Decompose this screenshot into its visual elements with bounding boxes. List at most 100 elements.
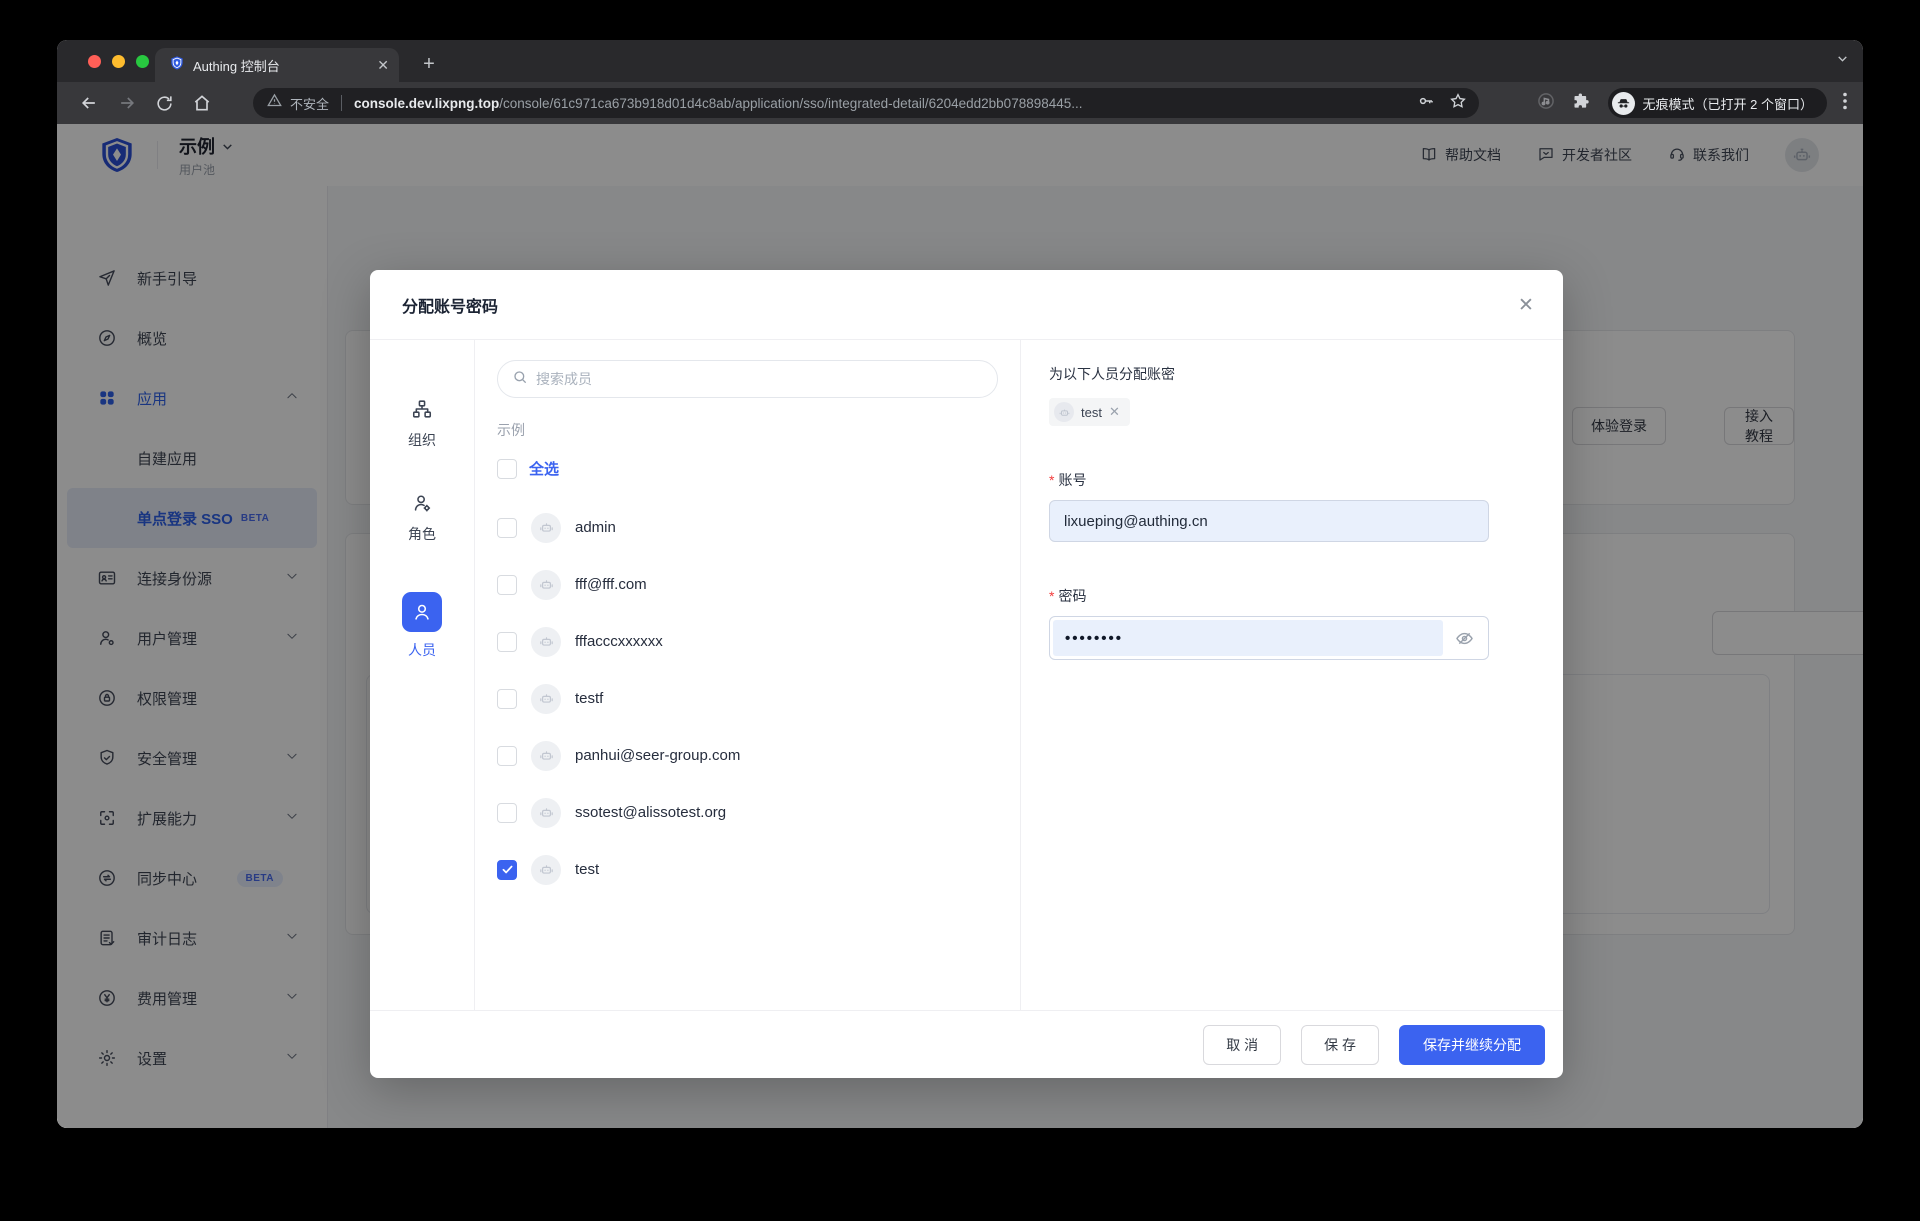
modal-tab-label: 人员 xyxy=(408,640,436,660)
browser-tabstrip: Authing 控制台 ✕ + xyxy=(57,40,1863,82)
robot-avatar-icon xyxy=(531,570,561,600)
member-list-panel: 示例 全选 admin fff@fff.com fffacccxxxxxx testf… xyxy=(475,340,1020,1010)
modal-close-icon[interactable]: ✕ xyxy=(1515,294,1537,316)
warning-icon xyxy=(267,93,282,113)
forward-icon[interactable] xyxy=(117,93,137,113)
incognito-badge[interactable]: 无痕模式（已打开 2 个窗口） xyxy=(1608,88,1827,118)
member-checkbox[interactable] xyxy=(497,746,517,766)
search-icon xyxy=(512,369,528,390)
browser-menu-icon[interactable] xyxy=(1843,92,1847,114)
incognito-label: 无痕模式（已打开 2 个窗口） xyxy=(1643,94,1813,113)
select-all-row[interactable]: 全选 xyxy=(497,458,998,479)
modal-tab-people[interactable]: 人员 xyxy=(402,592,442,660)
member-name: panhui@seer-group.com xyxy=(575,747,740,764)
people-icon xyxy=(402,592,442,632)
tab-title: Authing 控制台 xyxy=(193,56,369,75)
save-and-continue-button[interactable]: 保存并继续分配 xyxy=(1399,1025,1545,1065)
member-name: fff@fff.com xyxy=(575,576,647,593)
required-asterisk: * xyxy=(1049,588,1054,604)
select-all-checkbox[interactable] xyxy=(497,459,517,479)
tab-close-icon[interactable]: ✕ xyxy=(377,58,389,72)
required-asterisk: * xyxy=(1049,472,1054,488)
selected-member-tag: test ✕ xyxy=(1049,398,1130,426)
member-search[interactable] xyxy=(497,360,998,398)
robot-avatar-icon xyxy=(531,798,561,828)
member-row[interactable]: fff@fff.com xyxy=(497,556,998,613)
member-row[interactable]: panhui@seer-group.com xyxy=(497,727,998,784)
eye-off-icon[interactable] xyxy=(1443,629,1485,648)
role-icon xyxy=(409,490,435,516)
member-checkbox[interactable] xyxy=(497,803,517,823)
security-label[interactable]: 不安全 xyxy=(290,94,329,113)
incognito-icon xyxy=(1612,92,1635,115)
reload-icon[interactable] xyxy=(155,94,174,113)
member-name: testf xyxy=(575,690,603,707)
tag-name: test xyxy=(1081,405,1102,420)
member-name: test xyxy=(575,861,599,878)
password-masked-value: •••••••• xyxy=(1053,620,1443,656)
browser-tab[interactable]: Authing 控制台 ✕ xyxy=(155,48,399,82)
group-label: 示例 xyxy=(497,420,998,440)
url-text: console.dev.lixpng.top/console/61c971ca6… xyxy=(354,96,1409,111)
modal-footer: 取 消 保 存 保存并继续分配 xyxy=(370,1010,1563,1078)
app-page: 示例 用户池 帮助文档开发者社区联系我们 新手引导概览应用自建应用单点登录 SS… xyxy=(57,124,1863,1128)
modal-side-tabs: 组织角色人员 xyxy=(370,340,475,1010)
browser-window: Authing 控制台 ✕ + 不安全 console.dev.lixpng.t… xyxy=(57,40,1863,1128)
new-tab-button[interactable]: + xyxy=(415,50,443,78)
member-row[interactable]: test xyxy=(497,841,998,898)
member-row[interactable]: fffacccxxxxxx xyxy=(497,613,998,670)
member-search-input[interactable] xyxy=(536,371,983,387)
modal-tab-label: 角色 xyxy=(408,524,436,544)
account-label: *账号 xyxy=(1049,470,1535,490)
robot-avatar-icon xyxy=(531,684,561,714)
modal-title: 分配账号密码 xyxy=(402,293,498,317)
close-window-button[interactable] xyxy=(88,55,101,68)
bookmark-star-icon[interactable] xyxy=(1449,92,1467,115)
member-checkbox[interactable] xyxy=(497,689,517,709)
url-path: /console/61c971ca673b918d01d4c8ab/applic… xyxy=(499,96,1082,111)
tag-remove-icon[interactable]: ✕ xyxy=(1109,404,1120,420)
robot-avatar-icon xyxy=(531,513,561,543)
robot-avatar-icon xyxy=(531,741,561,771)
member-checkbox[interactable] xyxy=(497,575,517,595)
url-bar[interactable]: 不安全 console.dev.lixpng.top/console/61c97… xyxy=(253,88,1479,118)
robot-avatar-icon xyxy=(1054,402,1074,422)
member-name: fffacccxxxxxx xyxy=(575,633,663,650)
member-checkbox[interactable] xyxy=(497,860,517,880)
password-key-icon[interactable] xyxy=(1417,92,1435,115)
password-label: *密码 xyxy=(1049,586,1535,606)
modal-tab-label: 组织 xyxy=(408,430,436,450)
account-input[interactable] xyxy=(1049,500,1489,542)
modal-header: 分配账号密码 ✕ xyxy=(370,270,1563,340)
member-checkbox[interactable] xyxy=(497,632,517,652)
member-row[interactable]: admin xyxy=(497,499,998,556)
modal-tab-role[interactable]: 角色 xyxy=(408,490,436,544)
url-divider xyxy=(341,95,342,111)
favicon-shield-icon xyxy=(169,55,185,76)
select-all-label: 全选 xyxy=(529,458,559,479)
back-icon[interactable] xyxy=(79,93,99,113)
media-control-icon[interactable] xyxy=(1536,91,1556,116)
assignment-form-panel: 为以下人员分配账密 test ✕ *账号 *密码 •••••••• xyxy=(1020,340,1563,1010)
assign-credentials-modal: 分配账号密码 ✕ 组织角色人员 示例 全选 admin fff@fff.com ff… xyxy=(370,270,1563,1078)
zoom-window-button[interactable] xyxy=(136,55,149,68)
password-input[interactable]: •••••••• xyxy=(1049,616,1489,660)
modal-tab-org[interactable]: 组织 xyxy=(408,396,436,450)
minimize-window-button[interactable] xyxy=(112,55,125,68)
member-row[interactable]: ssotest@alissotest.org xyxy=(497,784,998,841)
org-icon xyxy=(409,396,435,422)
member-name: ssotest@alissotest.org xyxy=(575,804,726,821)
browser-toolbar: 不安全 console.dev.lixpng.top/console/61c97… xyxy=(57,82,1863,124)
home-icon[interactable] xyxy=(192,93,212,113)
desktop-background: Authing 控制台 ✕ + 不安全 console.dev.lixpng.t… xyxy=(0,0,1920,1221)
robot-avatar-icon xyxy=(531,627,561,657)
member-name: admin xyxy=(575,519,616,536)
cancel-button[interactable]: 取 消 xyxy=(1203,1025,1281,1065)
extensions-puzzle-icon[interactable] xyxy=(1572,91,1592,116)
save-button[interactable]: 保 存 xyxy=(1301,1025,1379,1065)
member-checkbox[interactable] xyxy=(497,518,517,538)
panel-heading: 为以下人员分配账密 xyxy=(1049,364,1535,384)
url-domain: console.dev.lixpng.top xyxy=(354,96,499,111)
tab-search-chevron-icon[interactable] xyxy=(1836,52,1849,70)
member-row[interactable]: testf xyxy=(497,670,998,727)
